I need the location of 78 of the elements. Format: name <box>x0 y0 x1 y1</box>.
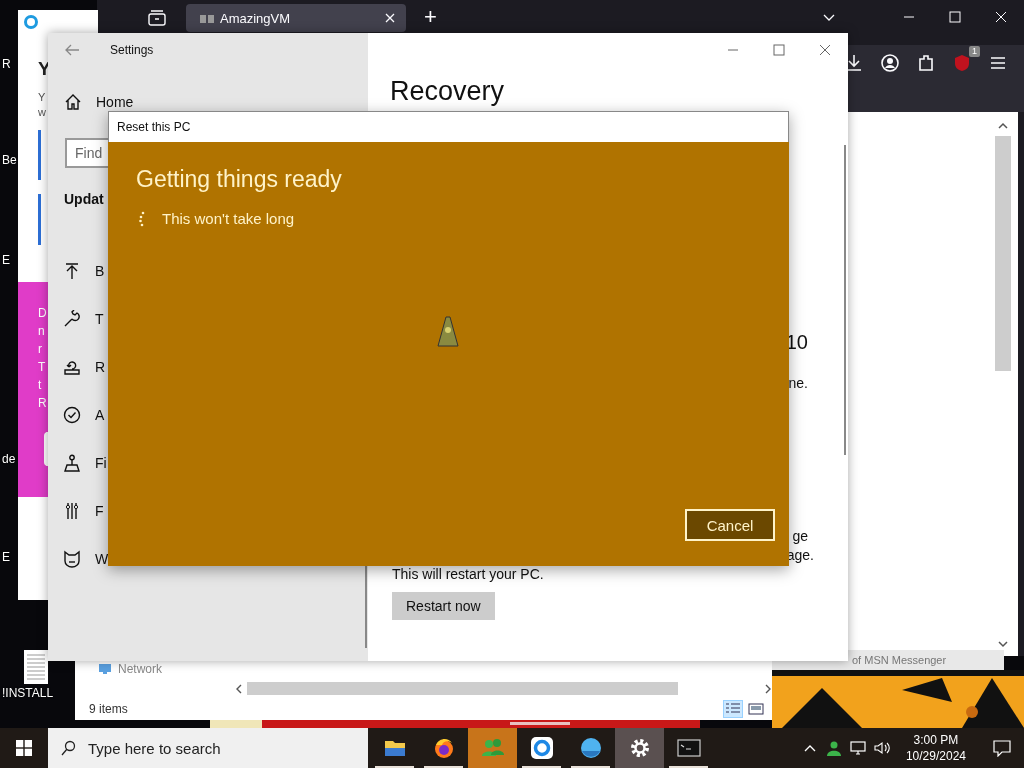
nav-item[interactable]: B <box>48 247 111 295</box>
monitor-icon <box>98 663 112 675</box>
ring-logo-icon <box>23 14 39 30</box>
desktop-icon-label[interactable]: de <box>2 452 16 466</box>
window-text: of MSN Messenger <box>852 654 947 666</box>
home-nav-item[interactable]: Home <box>48 93 140 111</box>
terminal-icon <box>676 736 701 760</box>
taskbar-search-field[interactable]: Type here to search <box>48 728 368 768</box>
scrollbar-thumb[interactable] <box>247 682 678 695</box>
section-heading: Updat <box>64 190 104 209</box>
scroll-down-icon[interactable] <box>998 640 1008 648</box>
recovery-icon <box>63 358 81 376</box>
browser-tab[interactable]: AmazingVM <box>186 4 406 32</box>
back-arrow-icon[interactable] <box>64 42 80 57</box>
home-icon <box>64 93 82 111</box>
nav-item[interactable]: F <box>48 487 110 535</box>
nav-item[interactable]: T <box>48 295 110 343</box>
taskbar-app-button[interactable] <box>615 728 664 768</box>
scroll-left-icon[interactable] <box>235 683 243 694</box>
promo-text: D <box>38 306 47 321</box>
tab-favicon-icon <box>200 13 214 23</box>
file-item[interactable]: Network <box>118 662 162 676</box>
search-icon <box>60 740 76 756</box>
person-pin-icon <box>63 454 81 472</box>
buddy-icon[interactable] <box>825 740 842 756</box>
body-text: ne. <box>788 374 808 393</box>
restart-now-button[interactable]: Restart now <box>392 592 495 620</box>
sliders-icon <box>63 502 81 520</box>
desktop-icon-label[interactable]: Be <box>2 153 17 167</box>
scrollbar-thumb[interactable] <box>995 136 1011 371</box>
page-title: Recovery <box>390 75 505 108</box>
desktop-icon-label[interactable]: E <box>2 253 10 267</box>
nav-item[interactable]: R <box>48 343 112 391</box>
promo-text: n <box>38 324 45 339</box>
cat-icon <box>63 550 81 568</box>
clock[interactable]: 3:00 PM 10/29/2024 <box>899 731 972 765</box>
status-text: This won't take long <box>162 209 295 229</box>
tray-icon[interactable] <box>148 10 166 26</box>
scroll-up-icon[interactable] <box>998 122 1008 130</box>
promo-text: t <box>38 378 42 393</box>
shield-icon[interactable] <box>952 53 972 73</box>
desktop-icon-label[interactable]: !INSTALL <box>2 686 54 700</box>
cancel-button[interactable]: Cancel <box>685 509 775 541</box>
promo-text: T <box>38 360 46 375</box>
thumbnail-view-button[interactable] <box>746 700 766 718</box>
network-icon[interactable] <box>849 740 866 756</box>
spinner-icon <box>138 211 146 227</box>
account-icon[interactable] <box>880 53 900 73</box>
wrench-icon <box>63 310 81 328</box>
details-view-button[interactable] <box>723 700 743 718</box>
body-text: ge <box>792 527 808 546</box>
accent-line <box>38 194 41 245</box>
hourglass-cursor-icon <box>437 316 459 348</box>
notification-badge: 1 <box>969 46 980 57</box>
app-text: w <box>38 105 46 120</box>
app-text: Y <box>38 90 46 105</box>
nav-item[interactable]: A <box>48 391 111 439</box>
window-title: Settings <box>110 42 154 57</box>
volume-icon[interactable] <box>873 740 890 756</box>
upload-icon <box>63 262 81 280</box>
start-icon[interactable] <box>16 740 32 756</box>
promo-text: R <box>38 396 47 411</box>
scroll-right-icon[interactable] <box>764 683 772 694</box>
ring-logo-icon <box>529 736 554 760</box>
check-circle-icon <box>63 406 81 424</box>
globe-icon <box>578 736 603 760</box>
body-text: 10 <box>785 330 808 354</box>
accent-line <box>38 130 41 180</box>
notification-icon[interactable] <box>993 739 1011 757</box>
body-text: This will restart your PC. <box>392 565 544 584</box>
promo-text: r <box>38 342 42 357</box>
dialog-heading: Getting things ready <box>136 165 342 194</box>
new-tab-button[interactable]: + <box>418 4 443 30</box>
desktop-icon-label[interactable]: E <box>2 550 10 564</box>
dialog-title: Reset this PC <box>117 120 191 134</box>
puzzle-icon[interactable] <box>916 53 936 73</box>
desktop-icon-label[interactable]: R <box>2 57 11 71</box>
item-count: 9 items <box>89 702 129 716</box>
